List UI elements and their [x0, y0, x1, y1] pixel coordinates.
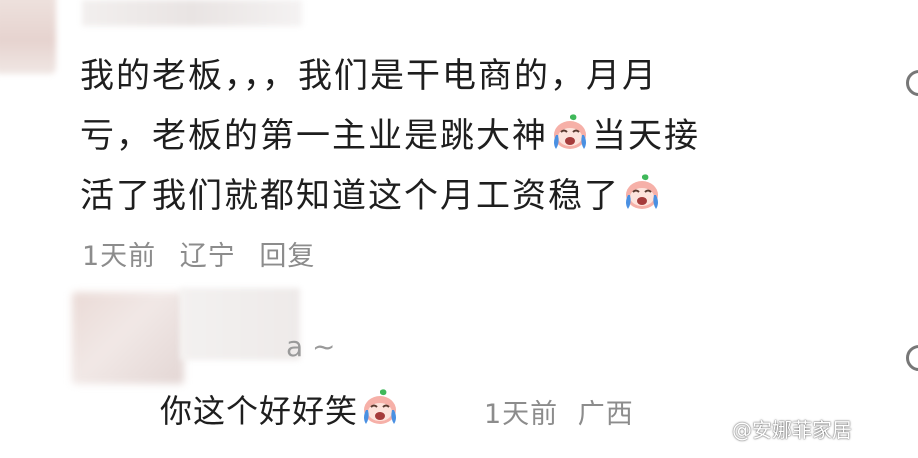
blurred-username[interactable]: [82, 0, 302, 26]
comment-time: 1天前: [82, 241, 157, 272]
crying-emoji-icon: [622, 173, 662, 213]
reply-body: 你这个好好笑: [160, 386, 402, 432]
crying-emoji-icon: [360, 388, 400, 428]
comment-line-1: 我的老板，，，我们是干电商的，月月: [80, 56, 658, 96]
reply-button[interactable]: 回复: [259, 241, 315, 272]
reply-location: 广西: [577, 399, 634, 430]
comment-body: 我的老板，，，我们是干电商的，月月亏，老板的第一主业是跳大神 当天接 活了我们就都知…: [80, 46, 840, 226]
watermark: @安娜菲家居: [732, 418, 852, 442]
crying-emoji-icon: [550, 113, 590, 153]
reply-blurred-username[interactable]: [180, 288, 300, 360]
comment-location: 辽宁: [179, 241, 236, 272]
blurred-avatar[interactable]: [0, 0, 56, 74]
reply-blurred-avatar[interactable]: [72, 292, 184, 384]
reply-time: 1天前: [484, 399, 559, 430]
comment-line-3: 活了我们就都知道这个月工资稳了: [80, 166, 840, 226]
reply-username-tail: a ~: [286, 330, 336, 363]
more-icon[interactable]: [906, 345, 918, 371]
more-icon[interactable]: [906, 70, 918, 96]
comment-meta: 1天前 辽宁 回复: [82, 234, 329, 273]
reply-meta: 1天前 广西: [484, 392, 644, 431]
comment-line-2: 亏，老板的第一主业是跳大神 当天接: [80, 106, 840, 166]
